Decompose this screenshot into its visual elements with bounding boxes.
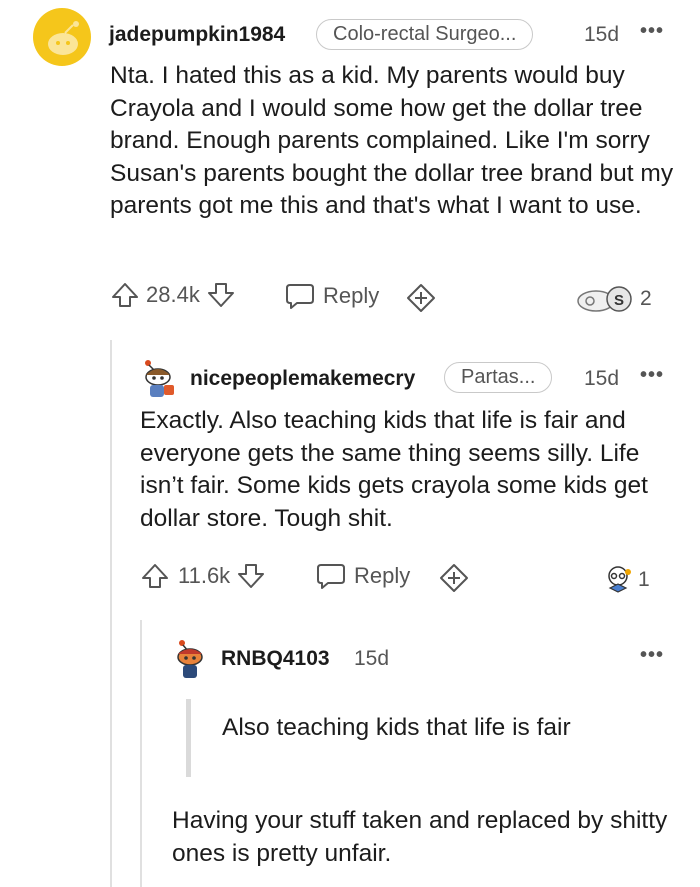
username[interactable]: RNBQ4103 xyxy=(221,647,330,671)
award-count: 1 xyxy=(638,568,650,591)
awards[interactable]: 1 xyxy=(602,564,650,596)
award-icon: S xyxy=(577,286,632,312)
vote-count: 11.6k xyxy=(178,563,231,588)
award-icon xyxy=(608,566,631,593)
upvote-button[interactable] xyxy=(110,280,140,310)
comment-body: Nta. I hated this as a kid. My parents w… xyxy=(110,62,674,219)
vote-count: 28.4k xyxy=(146,282,200,307)
avatar-icon xyxy=(48,21,79,55)
awards[interactable]: S 2 xyxy=(574,284,652,314)
avatar-icon xyxy=(177,640,203,678)
upvote-arrow-icon xyxy=(112,283,138,307)
award-count: 2 xyxy=(640,287,652,310)
avatar[interactable] xyxy=(172,638,208,680)
downvote-arrow-icon xyxy=(238,564,265,588)
more-options-button[interactable]: ••• xyxy=(640,20,664,43)
comment-body: Exactly. Also teaching kids that life is… xyxy=(140,407,648,532)
downvote-button[interactable] xyxy=(206,280,236,310)
quote-bar xyxy=(186,699,191,777)
upvote-arrow-icon xyxy=(142,564,168,588)
give-award-button[interactable] xyxy=(439,563,469,593)
reply-button[interactable]: Reply xyxy=(316,562,410,590)
downvote-button[interactable] xyxy=(236,561,266,591)
user-flair: Partas... xyxy=(444,362,553,393)
quoted-text: Also teaching kids that life is fair xyxy=(222,714,571,741)
username[interactable]: jadepumpkin1984 xyxy=(109,23,285,47)
give-award-icon xyxy=(407,284,435,312)
timestamp: 15d xyxy=(584,23,620,46)
timestamp: 15d xyxy=(584,367,620,390)
reply-label: Reply xyxy=(354,563,411,588)
svg-text:S: S xyxy=(614,292,624,309)
give-award-button[interactable] xyxy=(406,283,436,313)
username[interactable]: nicepeoplemakemecry xyxy=(190,367,415,391)
more-options-button[interactable]: ••• xyxy=(640,364,664,387)
avatar-icon xyxy=(145,360,174,397)
comment-body: Having your stuff taken and replaced by … xyxy=(172,807,668,867)
downvote-arrow-icon xyxy=(207,283,234,307)
give-award-icon xyxy=(440,564,468,592)
thread-line[interactable] xyxy=(110,340,112,887)
user-flair: Colo-rectal Surgeo... xyxy=(316,19,534,50)
vote-bar: 28.4k xyxy=(110,280,236,310)
avatar[interactable] xyxy=(140,357,180,399)
vote-bar: 11.6k xyxy=(140,561,266,591)
avatar[interactable] xyxy=(33,8,91,66)
reply-button[interactable]: Reply xyxy=(285,282,379,310)
more-options-button[interactable]: ••• xyxy=(640,644,664,667)
reply-bubble-icon xyxy=(286,284,314,309)
timestamp: 15d xyxy=(354,647,390,670)
reply-bubble-icon xyxy=(317,564,345,589)
upvote-button[interactable] xyxy=(140,561,170,591)
thread-line-nested[interactable] xyxy=(140,620,142,887)
reply-label: Reply xyxy=(323,283,380,308)
